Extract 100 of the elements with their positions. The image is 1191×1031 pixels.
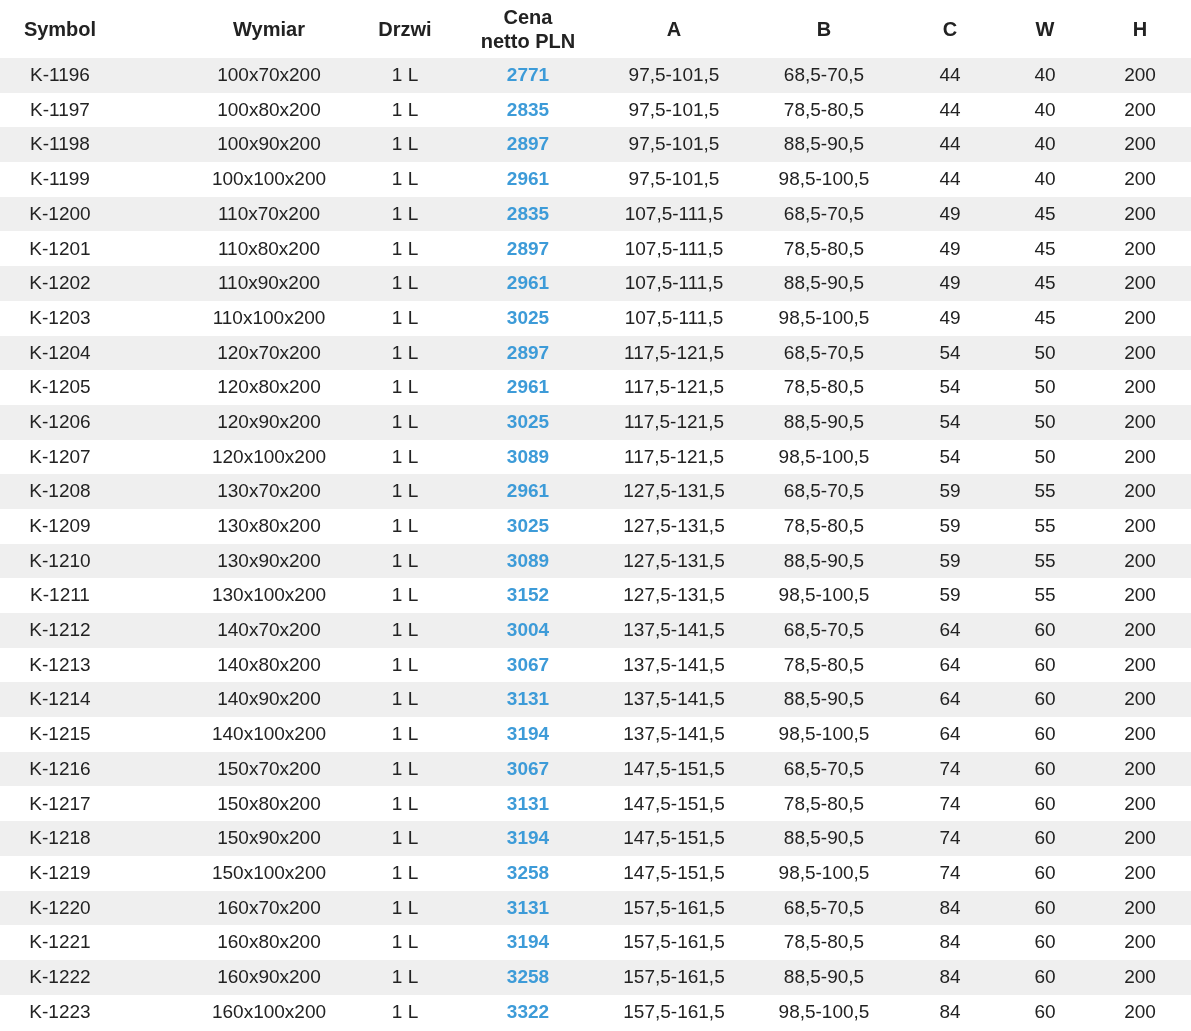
table-cell-text: 55 [1034,583,1056,608]
table-cell-text: 1 L [391,687,419,712]
table-cell-text: 49 [939,201,961,226]
table-cell-text: 200 [1124,97,1156,122]
table-cell-text: 88,5-90,5 [783,132,865,157]
table-cell-text: 1 L [391,583,419,608]
table-cell-text: K-1221 [29,930,91,955]
table-cell-text: 59 [939,479,961,504]
table-cell-text: 3194 [506,826,550,851]
table-cell-text: 200 [1124,895,1156,920]
table-cell-text: 97,5-101,5 [628,167,720,192]
table-cell-text: 107,5-111,5 [624,271,724,296]
table-cell-text: 1 L [391,63,419,88]
table-cell-text: 98,5-100,5 [778,444,870,469]
table-cell-text: 3131 [506,895,550,920]
table-cell-text: 1 L [391,964,419,989]
table-cell-text: 1 L [391,930,419,955]
table-cell-text: K-1196 [30,63,90,88]
table-cell-text: 64 [939,687,961,712]
table-cell-text: 2961 [506,167,550,192]
table-cell-text: 1 L [391,201,419,226]
table-cell-text: 88,5-90,5 [783,548,865,573]
table-cell-text: 49 [939,236,961,261]
table-cell-text: 200 [1124,860,1156,885]
table-cell-text: 2897 [506,236,550,261]
table-cell-text: 140x90x200 [217,687,321,712]
table-cell-text: 3089 [506,548,550,573]
table-cell-text: 68,5-70,5 [783,340,865,365]
table-cell-text: 130x80x200 [217,514,321,539]
table-cell-text: 40 [1034,167,1056,192]
table-cell-text: K-1214 [29,687,91,712]
table-cell-text: 1 L [391,305,419,330]
table-cell-text: 78,5-80,5 [783,375,865,400]
table-cell-text: 84 [939,895,961,920]
table-cell-text: 137,5-141,5 [623,722,725,747]
table-cell-text: 3067 [506,652,550,677]
table-cell-text: 150x90x200 [217,826,321,851]
table-cell-text: 200 [1124,63,1156,88]
table-cell-text: K-1205 [29,375,91,400]
table-cell-text: 60 [1034,964,1056,989]
table-cell-text: 160x80x200 [217,930,321,955]
table-cell-text: 74 [939,791,961,816]
table-cell-text: 50 [1034,340,1056,365]
table-cell-text: 74 [939,860,961,885]
table-cell-text: 127,5-131,5 [623,548,725,573]
table-cell-text: 1 L [391,375,419,400]
table-cell-text: 3152 [506,583,550,608]
table-cell-text: 120x80x200 [217,375,321,400]
table-cell-text: K-1212 [29,618,91,643]
table-cell-text: 137,5-141,5 [623,652,725,677]
table-cell-text: 40 [1034,132,1056,157]
table-cell-text: 200 [1124,791,1156,816]
table-cell-text: 1 L [391,409,419,434]
table-cell-text: 55 [1034,514,1056,539]
table-cell-text: 45 [1034,271,1056,296]
table-cell-text: K-1216 [29,756,91,781]
table-cell-text: 200 [1124,132,1156,157]
table-cell-text: K-1210 [29,548,91,573]
table-cell-text: 98,5-100,5 [778,722,870,747]
table-cell-text: 150x100x200 [211,860,327,885]
table-cell-text: 120x100x200 [211,444,327,469]
table-cell-text: 54 [939,340,961,365]
table-cell-text: 140x70x200 [217,618,321,643]
table-cell-text: 200 [1124,167,1156,192]
table-cell-text: 1 L [391,895,419,920]
table-cell-text: 44 [939,132,961,157]
table-cell-text: 84 [939,964,961,989]
table-cell-text: 2897 [506,340,550,365]
table-cell-text: 60 [1034,687,1056,712]
table-cell-text: 100x90x200 [217,132,321,157]
table-cell-text: 1 L [391,271,419,296]
table-cell-text: 45 [1034,201,1056,226]
table-cell-text: 55 [1034,479,1056,504]
table-cell-text: 50 [1034,375,1056,400]
table-cell-text: 1 L [391,548,419,573]
table-cell-text: 127,5-131,5 [623,479,725,504]
table-cell-text: 98,5-100,5 [778,167,870,192]
table-cell-text: 60 [1034,791,1056,816]
table-cell-text: K-1217 [29,791,91,816]
column-header: Cena netto PLN [479,5,577,53]
table-cell-text: 1 L [391,756,419,781]
table-cell-text: 3258 [506,860,550,885]
column-header: Wymiar [233,17,305,41]
table-cell-text: 60 [1034,652,1056,677]
table-cell-text: 64 [939,722,961,747]
table-cell-text: 2835 [506,97,550,122]
table-cell-text: 100x70x200 [217,63,321,88]
table-cell-text: 3067 [506,756,550,781]
table-cell-text: 84 [939,999,961,1024]
table-cell-text: 68,5-70,5 [783,895,865,920]
table-cell-text: 50 [1034,444,1056,469]
table-cell-text: K-1219 [29,860,91,885]
table-cell-text: 110x70x200 [217,201,321,226]
table-cell-text: 60 [1034,895,1056,920]
table-cell-text: 78,5-80,5 [783,97,865,122]
table-cell-text: 3131 [506,687,550,712]
table-cell-text: 3131 [506,791,550,816]
table-cell-text: 130x70x200 [217,479,321,504]
table-cell-text: 200 [1124,409,1156,434]
table-cell-text: 117,5-121,5 [624,444,724,469]
